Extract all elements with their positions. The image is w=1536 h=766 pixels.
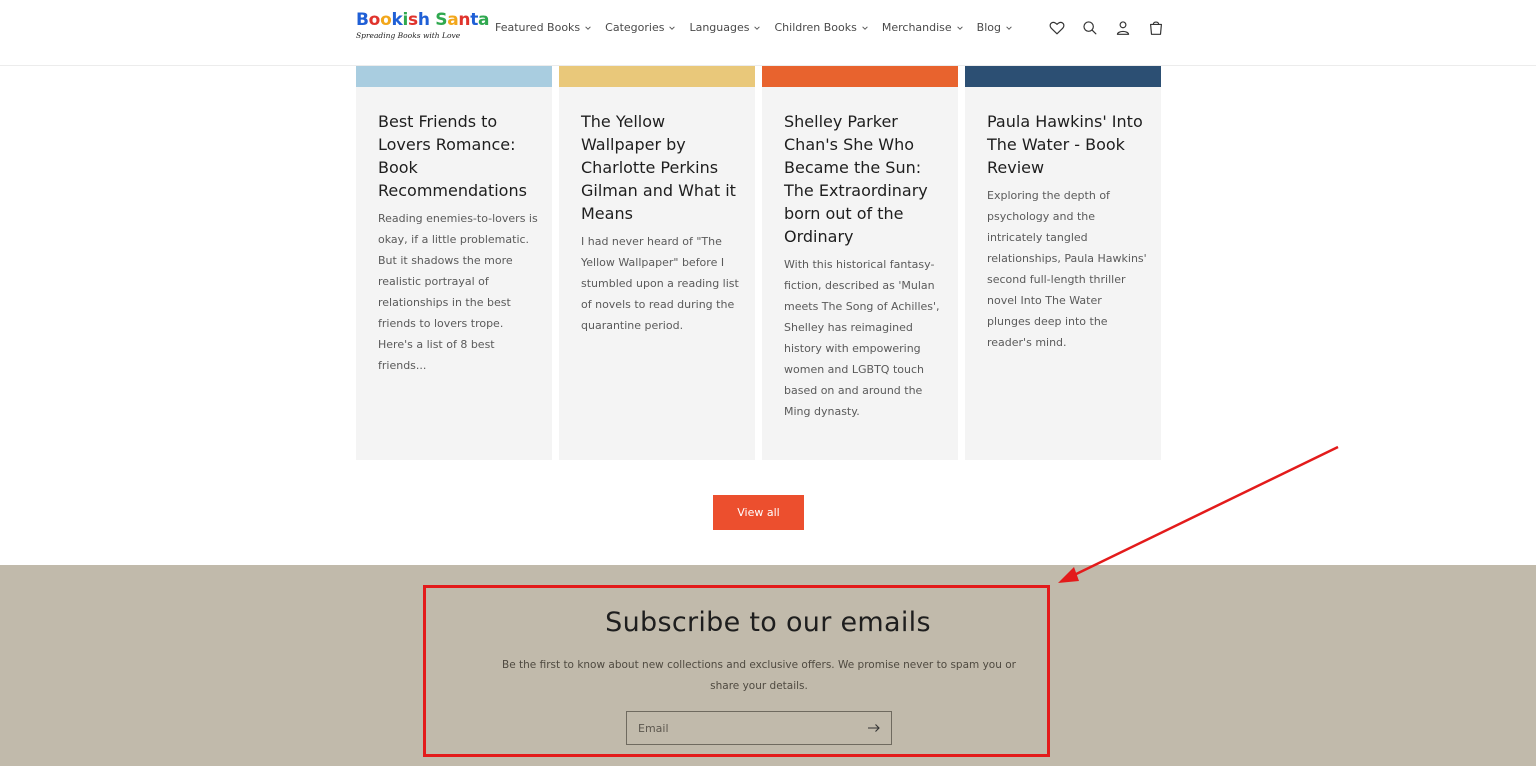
card-excerpt: Exploring the depth of psychology and th… (987, 189, 1147, 349)
email-input[interactable] (627, 712, 857, 744)
logo-letter: k (391, 10, 403, 30)
chevron-down-icon (956, 25, 963, 30)
logo-letter: S (435, 10, 448, 30)
chevron-down-icon (1006, 25, 1012, 30)
nav-label: Merchandise (881, 21, 952, 34)
blog-card[interactable]: Paula Hawkins' Into The Water - Book Rev… (965, 66, 1161, 460)
logo-letter: n (458, 10, 471, 30)
card-title[interactable]: Shelley Parker Chan's She Who Became the… (784, 110, 942, 248)
account-icon[interactable] (1114, 19, 1132, 37)
nav-merchandise[interactable]: Merchandise (882, 21, 964, 34)
card-title[interactable]: The Yellow Wallpaper by Charlotte Perkin… (581, 110, 739, 225)
subscribe-button[interactable] (857, 712, 891, 744)
newsletter-form (626, 711, 892, 745)
chevron-down-icon (669, 25, 676, 30)
site-header: Bookish Santa Spreading Books with Love … (0, 0, 1536, 66)
search-icon[interactable] (1081, 19, 1099, 37)
blog-card[interactable]: The Yellow Wallpaper by Charlotte Perkin… (559, 66, 755, 460)
nav-categories[interactable]: Categories (605, 21, 676, 34)
card-excerpt: With this historical fantasy-fiction, de… (784, 258, 940, 418)
logo-letter: a (478, 10, 490, 30)
heart-icon[interactable] (1048, 19, 1066, 37)
logo-letter: B (356, 10, 369, 30)
nav-children-books[interactable]: Children Books (774, 21, 868, 34)
nav-featured-books[interactable]: Featured Books (495, 21, 592, 34)
logo[interactable]: Bookish Santa Spreading Books with Love (356, 10, 490, 48)
arrow-right-icon (868, 724, 880, 732)
header-icons (1048, 19, 1165, 37)
nav-label: Featured Books (495, 21, 581, 34)
main-nav: Featured Books Categories Languages Chil… (495, 21, 1013, 34)
newsletter-description: Be the first to know about new collectio… (502, 659, 1016, 692)
view-all-button[interactable]: View all (713, 495, 804, 530)
logo-tagline: Spreading Books with Love (356, 31, 461, 40)
chevron-down-icon (585, 25, 591, 30)
cart-icon[interactable] (1147, 19, 1165, 37)
blog-card[interactable]: Shelley Parker Chan's She Who Became the… (762, 66, 958, 460)
logo-letter: s (408, 10, 418, 30)
logo-letter: o (380, 10, 392, 30)
logo-letter: h (417, 10, 430, 30)
card-excerpt: I had never heard of "The Yellow Wallpap… (581, 235, 739, 332)
nav-blog[interactable]: Blog (977, 21, 1013, 34)
logo-title: Bookish Santa (356, 10, 490, 30)
card-thumbnail[interactable] (559, 66, 755, 87)
chevron-down-icon (754, 25, 761, 30)
card-thumbnail[interactable] (762, 66, 958, 87)
newsletter-section: Subscribe to our emails Be the first to … (0, 565, 1536, 766)
blog-card[interactable]: Best Friends to Lovers Romance: Book Rec… (356, 66, 552, 460)
card-title[interactable]: Paula Hawkins' Into The Water - Book Rev… (987, 110, 1145, 179)
logo-letter: a (447, 10, 459, 30)
chevron-down-icon (862, 25, 868, 30)
card-thumbnail[interactable] (356, 66, 552, 87)
card-excerpt: Reading enemies-to-lovers is okay, if a … (378, 212, 538, 372)
newsletter-title: Subscribe to our emails (605, 607, 931, 638)
card-thumbnail[interactable] (965, 66, 1161, 87)
logo-letter: t (470, 10, 479, 30)
card-title[interactable]: Best Friends to Lovers Romance: Book Rec… (378, 110, 536, 202)
nav-label: Categories (605, 21, 665, 34)
nav-label: Children Books (774, 21, 857, 34)
logo-letter: o (368, 10, 381, 30)
nav-languages[interactable]: Languages (689, 21, 761, 34)
nav-label: Languages (689, 21, 750, 34)
nav-label: Blog (976, 21, 1001, 34)
